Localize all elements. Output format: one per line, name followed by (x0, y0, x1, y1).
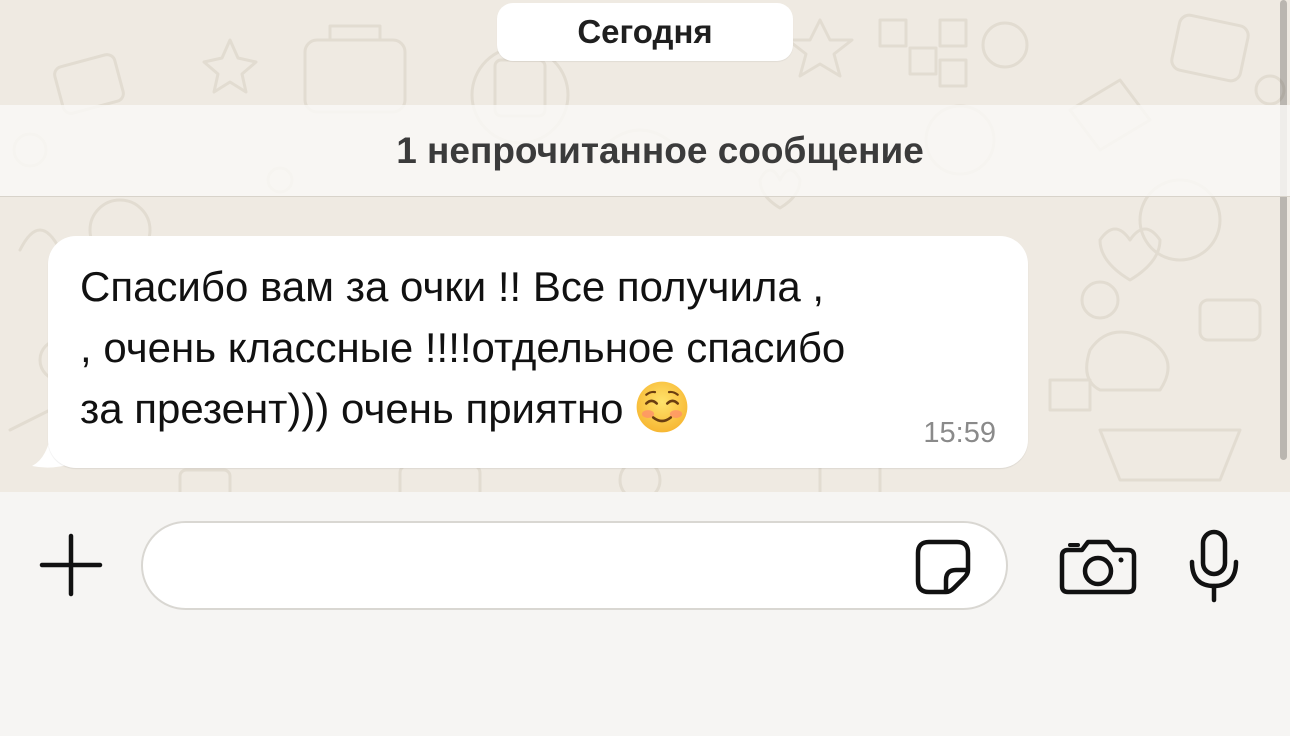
camera-icon (1059, 539, 1137, 595)
chat-scrollbar[interactable] (1280, 0, 1287, 460)
attach-button[interactable] (36, 530, 106, 600)
message-line: , очень классные !!!!отдельное спасибо (80, 324, 846, 371)
sticker-button[interactable] (914, 538, 972, 596)
voice-record-button[interactable] (1186, 528, 1242, 604)
date-separator: Сегодня (497, 3, 793, 61)
smiling-face-with-blush-icon (636, 381, 687, 433)
message-line-text: за презент))) очень приятно (80, 385, 624, 432)
composer-bar (0, 492, 1290, 736)
message-input[interactable] (141, 521, 1008, 610)
plus-icon (39, 533, 103, 597)
incoming-message-bubble[interactable]: Спасибо вам за очки !! Все получила , , … (48, 236, 1028, 468)
camera-button[interactable] (1058, 536, 1138, 596)
sticker-icon (915, 539, 971, 595)
message-timestamp: 15:59 (923, 417, 996, 449)
message-text: Спасибо вам за очки !! Все получила , , … (80, 256, 1010, 439)
chat-area[interactable]: Сегодня 1 непрочитанное сообщение Спасиб… (0, 0, 1290, 492)
unread-messages-banner: 1 непрочитанное сообщение (0, 105, 1290, 197)
message-line: Спасибо вам за очки !! Все получила , (80, 263, 825, 310)
microphone-icon (1189, 529, 1239, 603)
message-line: за презент))) очень приятно (80, 378, 1010, 439)
